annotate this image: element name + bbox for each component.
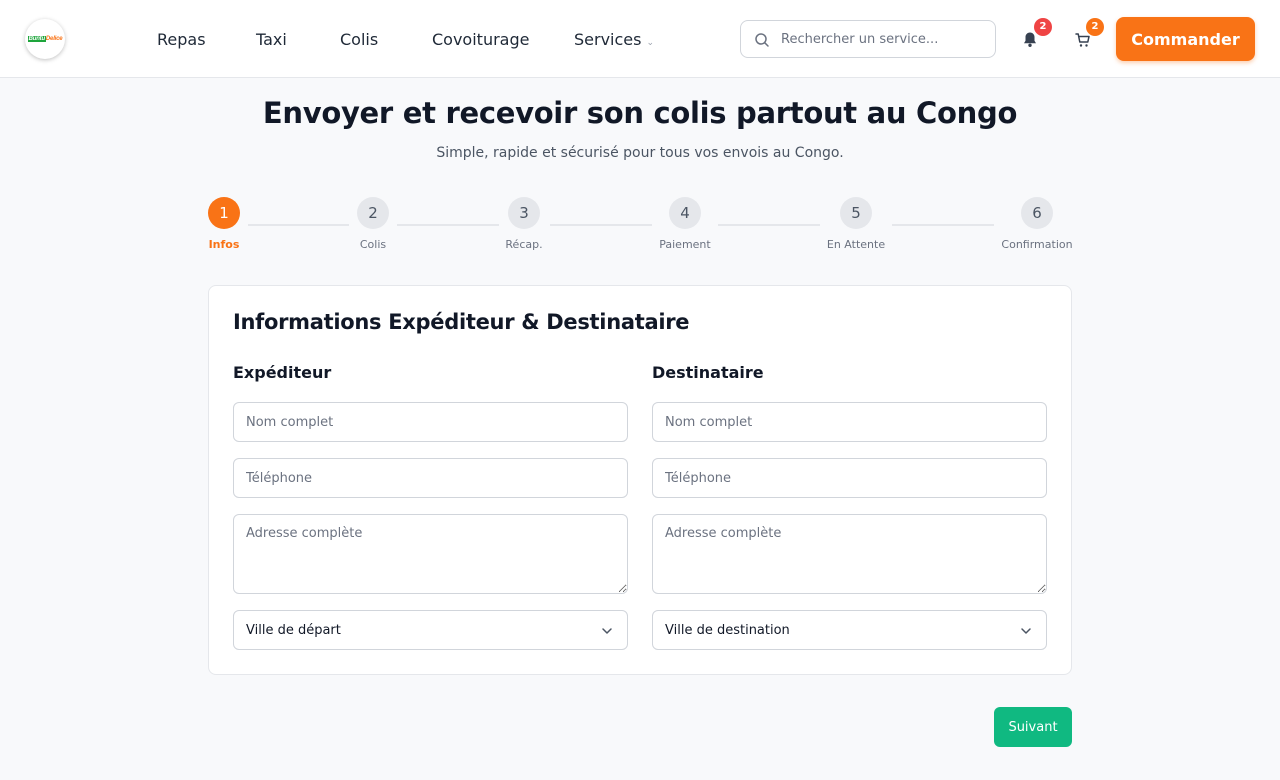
nav-item-taxi[interactable]: Taxi — [256, 30, 287, 49]
recipient-phone-input[interactable] — [652, 458, 1047, 498]
chevron-down-icon — [1021, 628, 1031, 634]
next-button[interactable]: Suivant — [994, 707, 1072, 747]
destination-city-select[interactable]: Ville de destination — [652, 610, 1047, 650]
nav-item-services[interactable]: Services ⌄ — [574, 30, 654, 49]
search-input[interactable] — [781, 29, 986, 49]
departure-city-value: Ville de départ — [246, 623, 341, 638]
nav-item-services-label: Services — [574, 30, 642, 49]
step-connector — [550, 224, 652, 226]
step-4-label: Paiement — [659, 238, 711, 251]
step-2-circle: 2 — [357, 197, 389, 229]
sender-name-input[interactable] — [233, 402, 628, 442]
step-5-label: En Attente — [826, 238, 886, 251]
search-icon — [755, 33, 769, 47]
step-connector — [397, 224, 499, 226]
step-1-label: Infos — [208, 238, 240, 251]
search-box[interactable] — [740, 20, 996, 58]
chevron-down-icon: ⌄ — [646, 38, 655, 48]
page-subtitle: Simple, rapide et sécurisé pour tous vos… — [436, 145, 844, 161]
nav-item-repas[interactable]: Repas — [157, 30, 206, 49]
logo[interactable]: BuntuDelice — [25, 19, 65, 59]
step-connector — [718, 224, 820, 226]
step-connector — [892, 224, 994, 226]
notifications-button[interactable]: 2 — [1016, 18, 1052, 54]
cart-count-badge: 2 — [1086, 18, 1104, 36]
nav-item-covoiturage[interactable]: Covoiturage — [432, 30, 529, 49]
nav-item-colis[interactable]: Colis — [340, 30, 378, 49]
step-3-circle: 3 — [508, 197, 540, 229]
step-2-label: Colis — [359, 238, 387, 251]
step-4-circle: 4 — [669, 197, 701, 229]
departure-city-select[interactable]: Ville de départ — [233, 610, 628, 650]
step-1-circle: 1 — [208, 197, 240, 229]
recipient-address-textarea[interactable] — [652, 514, 1047, 594]
top-navbar: BuntuDelice Repas Taxi Colis Covoiturage… — [0, 0, 1280, 78]
cart-icon — [1075, 33, 1090, 47]
step-3-label: Récap. — [505, 238, 543, 251]
logo-wordmark: BuntuDelice — [27, 36, 63, 42]
recipient-name-input[interactable] — [652, 402, 1047, 442]
chevron-down-icon — [602, 628, 612, 634]
step-connector — [248, 224, 349, 226]
sender-address-textarea[interactable] — [233, 514, 628, 594]
recipient-heading: Destinataire — [652, 363, 764, 382]
notification-count-badge: 2 — [1034, 18, 1052, 36]
commander-button[interactable]: Commander — [1116, 17, 1255, 61]
bell-icon — [1024, 32, 1036, 47]
destination-city-value: Ville de destination — [665, 623, 790, 638]
form-title: Informations Expéditeur & Destinataire — [233, 310, 690, 334]
step-6-label: Confirmation — [1001, 238, 1073, 251]
page-title: Envoyer et recevoir son colis partout au… — [262, 96, 1018, 130]
step-5-circle: 5 — [840, 197, 872, 229]
sender-heading: Expéditeur — [233, 363, 332, 382]
cart-button[interactable]: 2 — [1069, 18, 1104, 54]
sender-phone-input[interactable] — [233, 458, 628, 498]
step-6-circle: 6 — [1021, 197, 1053, 229]
